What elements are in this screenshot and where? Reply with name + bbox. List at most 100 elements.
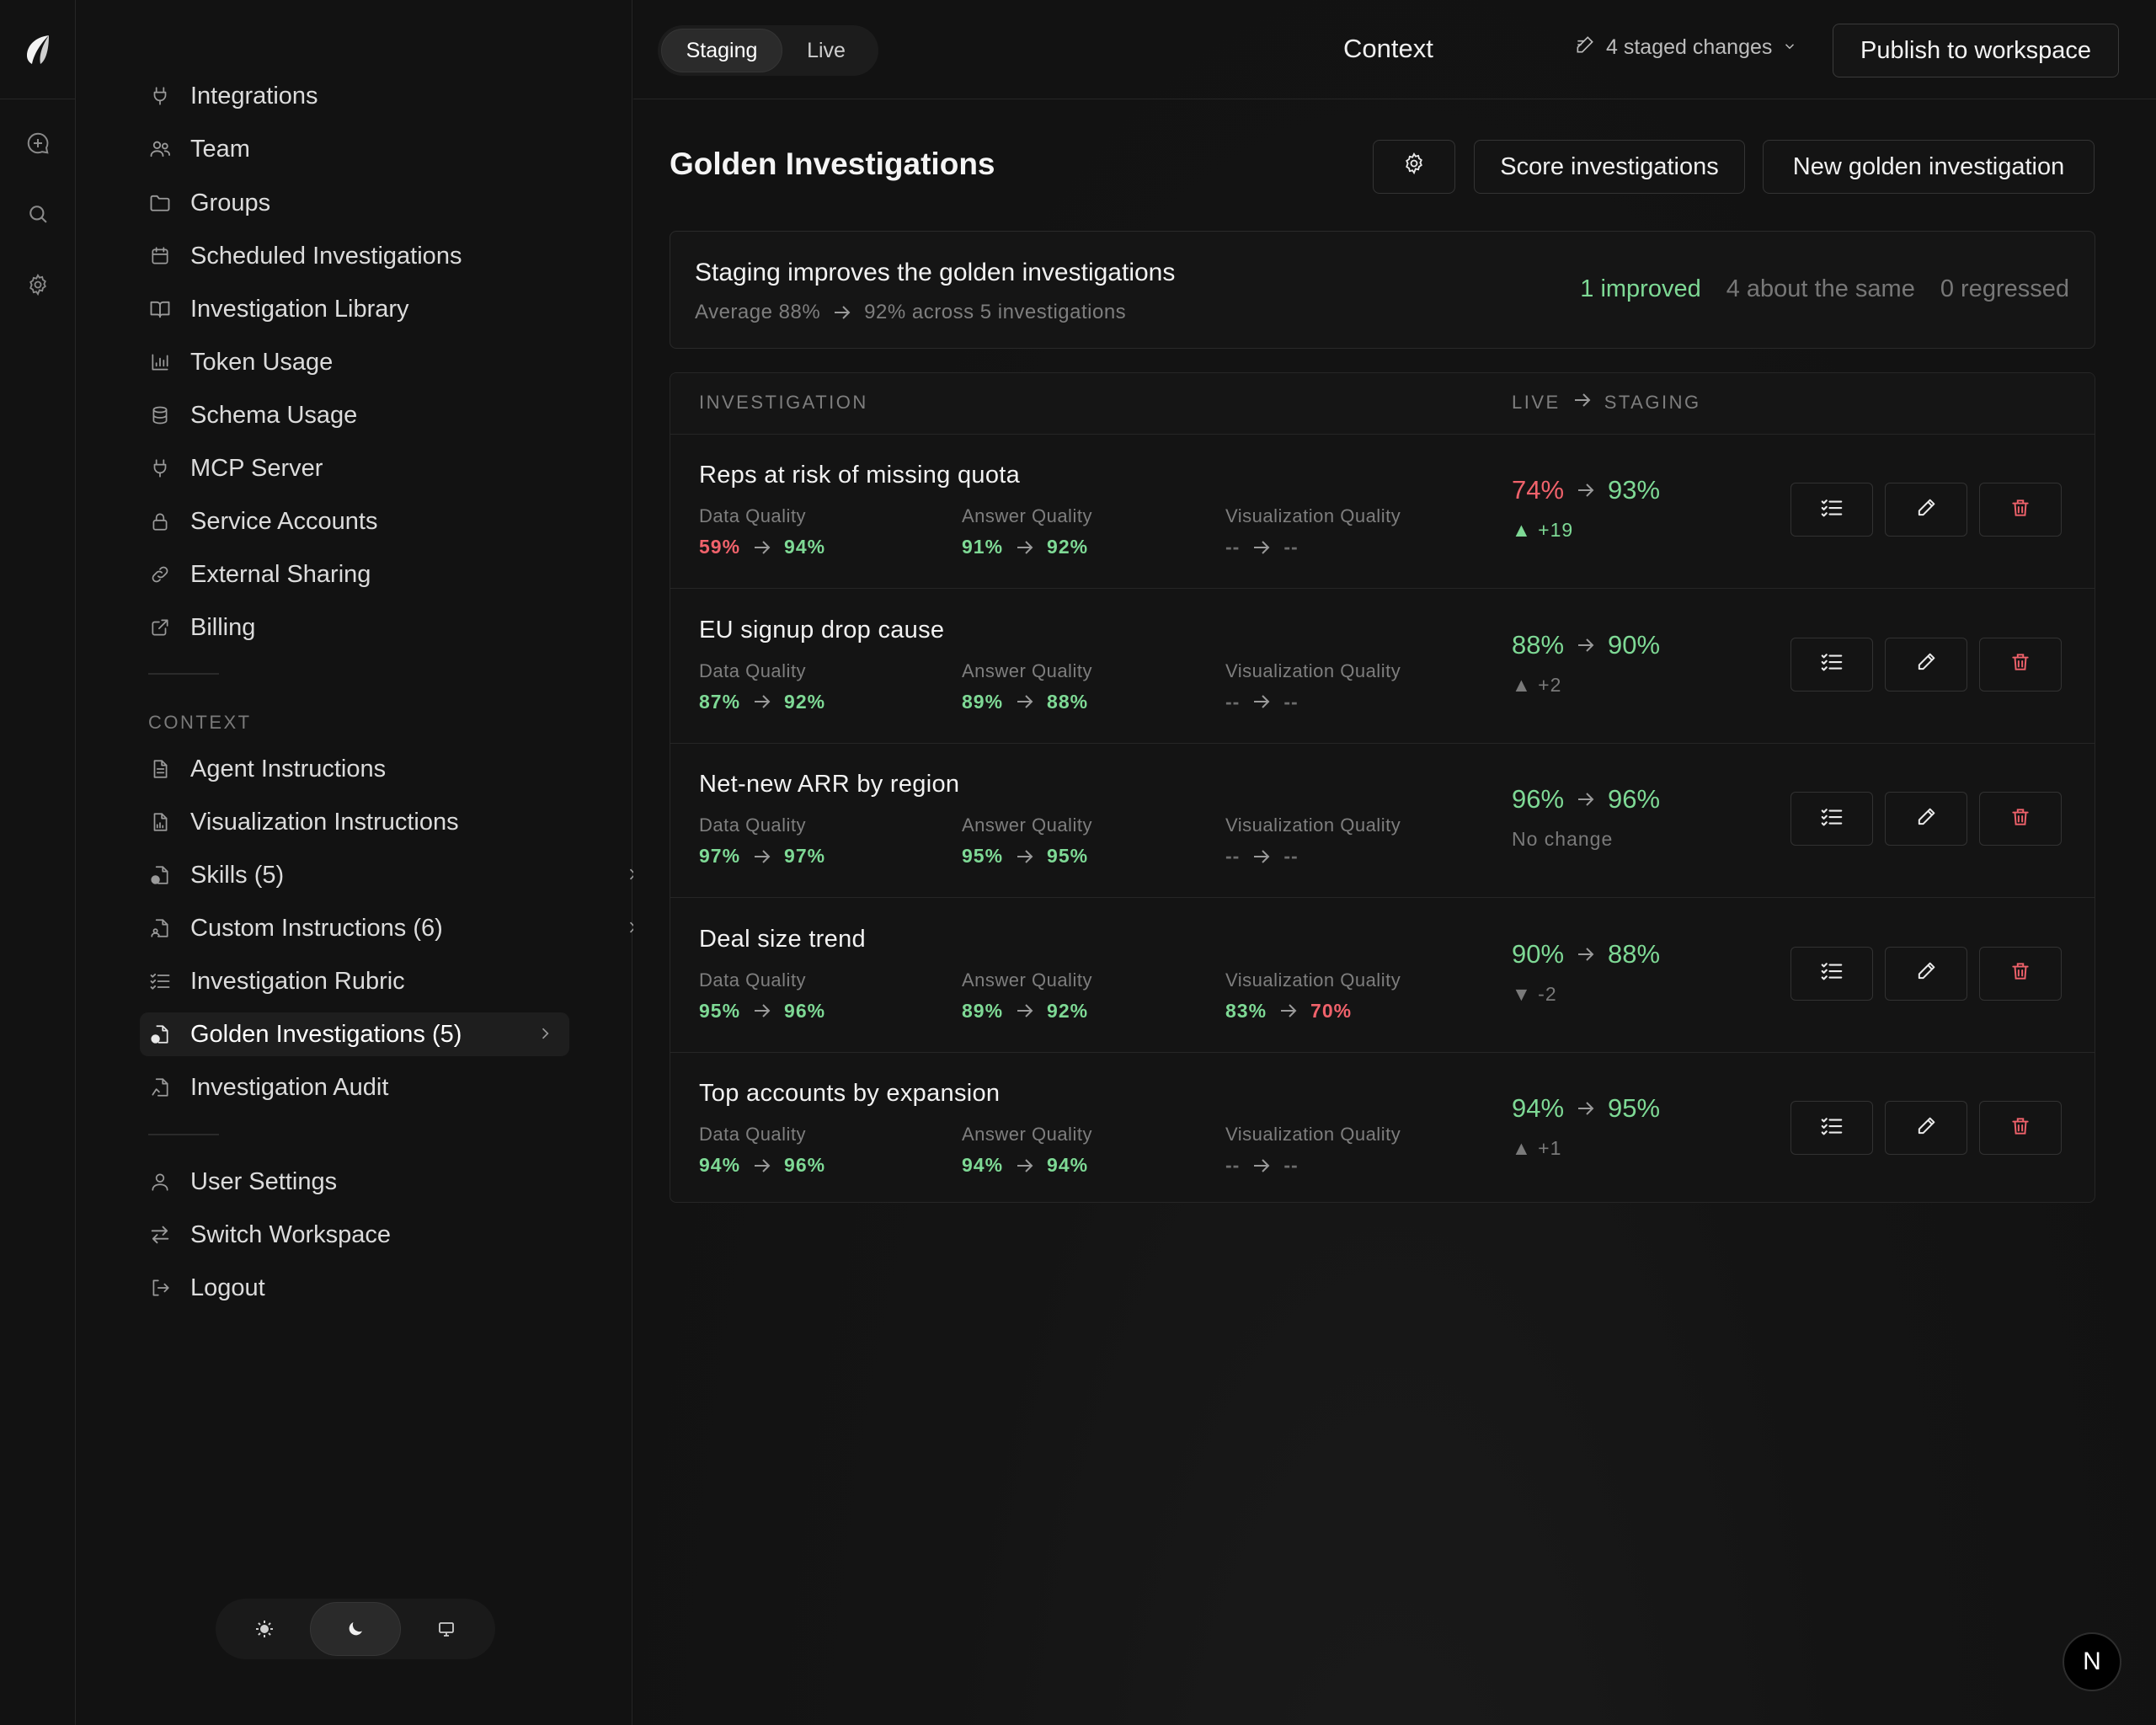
sidebar-item-label: Investigation Rubric <box>190 967 405 995</box>
new-golden-investigation-button[interactable]: New golden investigation <box>1763 140 2095 194</box>
sidebar-item-logout[interactable]: Logout <box>140 1266 645 1310</box>
staging-score: 93% <box>1608 475 1661 505</box>
document-audit-icon <box>148 1076 172 1099</box>
edit-button[interactable] <box>1885 946 1967 1001</box>
tab-staging[interactable]: Staging <box>661 29 782 72</box>
metric-data-quality: Data Quality 97% 97% <box>699 814 825 868</box>
metric-label: Visualization Quality <box>1225 505 1401 526</box>
chevron-down-icon <box>1782 35 1797 60</box>
metric-visualization-quality: Visualization Quality 83% 70% <box>1225 969 1401 1023</box>
checklist-icon <box>1817 804 1846 834</box>
arrow-right-icon <box>1015 693 1035 710</box>
monitor-icon[interactable] <box>401 1602 492 1656</box>
sidebar-item-user-settings[interactable]: User Settings <box>140 1160 645 1204</box>
metric-label: Answer Quality <box>962 660 1092 681</box>
moon-icon[interactable] <box>310 1602 401 1656</box>
checklist-icon <box>148 969 172 993</box>
table-row[interactable]: Net-new ARR by region Data Quality 97% 97% A… <box>670 744 2095 898</box>
edit-button[interactable] <box>1885 483 1967 537</box>
sidebar-item-label: Billing <box>190 613 256 641</box>
delete-button[interactable] <box>1979 792 2062 846</box>
arrow-right-icon <box>1576 791 1596 808</box>
tab-live[interactable]: Live <box>782 29 870 72</box>
staging-score: 90% <box>1608 629 1661 660</box>
metric-staging-value: -- <box>1283 1154 1299 1176</box>
arrow-right-icon <box>1251 1157 1272 1174</box>
review-rubric-button[interactable] <box>1790 637 1873 692</box>
settings-button[interactable] <box>1373 140 1455 194</box>
sidebar-item-mcp-server[interactable]: MCP Server <box>140 446 645 490</box>
review-rubric-button[interactable] <box>1790 946 1873 1001</box>
publish-button[interactable]: Publish to workspace <box>1833 24 2119 77</box>
sidebar-item-team[interactable]: Team <box>140 127 645 171</box>
sidebar-item-integrations[interactable]: Integrations <box>140 74 645 118</box>
sidebar-item-investigation-rubric[interactable]: Investigation Rubric <box>140 959 645 1003</box>
metric-answer-quality: Answer Quality 89% 88% <box>962 660 1092 713</box>
table-row[interactable]: Top accounts by expansion Data Quality 94%… <box>670 1053 2095 1202</box>
link-icon <box>148 563 172 586</box>
metric-live-value: -- <box>1225 845 1241 867</box>
sidebar-item-label: Token Usage <box>190 348 334 376</box>
delete-button[interactable] <box>1979 946 2062 1001</box>
arrow-right-icon <box>1015 1002 1035 1019</box>
metric-visualization-quality: Visualization Quality -- -- <box>1225 814 1401 868</box>
sidebar-item-investigation-library[interactable]: Investigation Library <box>140 287 645 331</box>
investigation-name: Reps at risk of missing quota <box>699 462 1021 489</box>
sidebar-item-visualization-instructions[interactable]: Visualization Instructions <box>140 800 645 844</box>
sidebar-divider <box>148 1134 219 1135</box>
sidebar-item-agent-instructions[interactable]: Agent Instructions <box>140 747 645 791</box>
sidebar-item-label: Switch Workspace <box>190 1220 391 1248</box>
sidebar-item-custom-instructions-6[interactable]: Custom Instructions (6) <box>140 906 645 950</box>
review-rubric-button[interactable] <box>1790 483 1873 537</box>
edit-button[interactable] <box>1885 637 1967 692</box>
metric-data-quality: Data Quality 95% 96% <box>699 969 825 1023</box>
table-row[interactable]: EU signup drop cause Data Quality 87% 92% An… <box>670 590 2095 744</box>
sidebar-item-golden-investigations-5[interactable]: Golden Investigations (5) <box>140 1012 569 1056</box>
trash-icon <box>2009 960 2031 986</box>
staging-score: 96% <box>1608 784 1661 814</box>
sun-icon[interactable] <box>219 1602 310 1656</box>
sidebar-item-skills-5[interactable]: Skills (5) <box>140 853 645 897</box>
staged-changes-dropdown[interactable]: 4 staged changes <box>1574 34 1797 61</box>
workspace-badge[interactable]: N <box>2063 1632 2121 1691</box>
pencil-icon <box>1914 496 1938 524</box>
new-chat-icon[interactable] <box>21 126 55 160</box>
metric-label: Visualization Quality <box>1225 969 1401 991</box>
sidebar-item-billing[interactable]: Billing <box>140 606 645 649</box>
review-rubric-button[interactable] <box>1790 792 1873 846</box>
sidebar-divider <box>148 673 219 675</box>
column-header-live: LIVE <box>1512 392 1561 413</box>
logout-icon <box>148 1276 172 1300</box>
sidebar-item-schema-usage[interactable]: Schema Usage <box>140 393 645 437</box>
sidebar-item-token-usage[interactable]: Token Usage <box>140 340 645 384</box>
metric-label: Visualization Quality <box>1225 1124 1401 1145</box>
sidebar-item-scheduled-investigations[interactable]: Scheduled Investigations <box>140 234 645 278</box>
arrow-right-icon <box>1251 693 1272 710</box>
edit-button[interactable] <box>1885 1101 1967 1155</box>
document-star-icon <box>148 1023 172 1046</box>
sidebar-item-label: External Sharing <box>190 560 371 588</box>
arrow-right-icon <box>752 539 772 556</box>
checklist-icon <box>1817 1114 1846 1143</box>
sidebar-item-switch-workspace[interactable]: Switch Workspace <box>140 1213 645 1257</box>
delete-button[interactable] <box>1979 1101 2062 1155</box>
search-icon[interactable] <box>21 197 55 231</box>
table-row[interactable]: Reps at risk of missing quota Data Qualit… <box>670 435 2095 589</box>
table-row[interactable]: Deal size trend Data Quality 95% 96% Answer … <box>670 899 2095 1053</box>
sidebar-item-investigation-audit[interactable]: Investigation Audit <box>140 1065 645 1109</box>
edit-button[interactable] <box>1885 792 1967 846</box>
sidebar-item-service-accounts[interactable]: Service Accounts <box>140 499 645 543</box>
gear-icon[interactable] <box>21 268 55 302</box>
metric-live-value: 89% <box>962 999 1004 1022</box>
delete-button[interactable] <box>1979 483 2062 537</box>
delete-button[interactable] <box>1979 637 2062 692</box>
app-logo[interactable] <box>0 0 76 99</box>
average-to: 92% across 5 investigations <box>864 301 1127 323</box>
review-rubric-button[interactable] <box>1790 1101 1873 1155</box>
metric-answer-quality: Answer Quality 89% 92% <box>962 969 1092 1023</box>
sidebar-item-groups[interactable]: Groups <box>140 181 645 225</box>
metric-staging-value: 97% <box>784 845 826 867</box>
score-investigations-button[interactable]: Score investigations <box>1474 140 1745 194</box>
sidebar-item-external-sharing[interactable]: External Sharing <box>140 553 645 596</box>
trash-icon <box>2009 806 2031 832</box>
